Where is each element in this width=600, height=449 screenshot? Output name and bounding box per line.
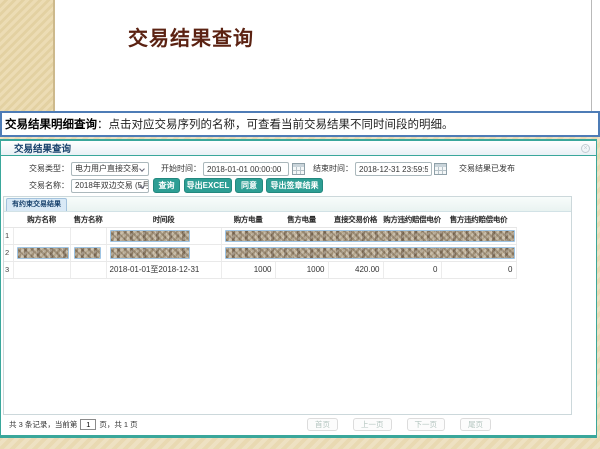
results-table: 购方名称 售方名称 时间段 购方电量 售方电量 直接交易价格 购方违约赔偿电价 … bbox=[4, 212, 517, 279]
table-row: 2 bbox=[4, 244, 516, 261]
result-status-text: 交易结果已发布 bbox=[459, 162, 515, 176]
cell-buyer-name bbox=[13, 227, 70, 244]
next-page-button[interactable]: 下一页 bbox=[407, 418, 446, 431]
col-buy-qty: 购方电量 bbox=[221, 212, 275, 227]
page-title: 交易结果查询 bbox=[128, 22, 254, 51]
top-content-area bbox=[55, 0, 600, 112]
notice-text: ：点击对应交易序列的名称，可查看当前交易结果不同时间段的明细。 bbox=[97, 116, 454, 132]
cell-values bbox=[221, 227, 516, 244]
end-time-input[interactable] bbox=[355, 162, 432, 176]
redacted-cell bbox=[225, 247, 515, 259]
cell-buyer-name bbox=[13, 261, 70, 278]
trade-name-label: 交易名称： bbox=[11, 179, 69, 193]
pagination-buttons: 首页 上一页 下一页 尾页 bbox=[307, 418, 491, 431]
row-number: 2 bbox=[4, 244, 13, 261]
col-sell-qty: 售方电量 bbox=[275, 212, 328, 227]
cell-buyer-name[interactable] bbox=[13, 244, 70, 261]
cell-sell-penalty: 0 bbox=[441, 261, 516, 278]
col-buy-penalty: 购方违约赔偿电价 bbox=[383, 212, 441, 227]
last-page-button[interactable]: 尾页 bbox=[460, 418, 491, 431]
redacted-cell bbox=[225, 230, 515, 242]
col-period: 时间段 bbox=[106, 212, 221, 227]
col-sell-penalty: 售方违约赔偿电价 bbox=[441, 212, 516, 227]
row-number: 1 bbox=[4, 227, 13, 244]
tab-constrained-results[interactable]: 有约束交易结果 bbox=[6, 198, 67, 211]
left-margin-strip bbox=[0, 0, 55, 112]
trade-type-select[interactable]: 电力用户直接交易 bbox=[71, 162, 149, 176]
cell-values bbox=[221, 244, 516, 261]
row-number: 3 bbox=[4, 261, 13, 278]
panel-header: 交易结果查询 × bbox=[1, 141, 596, 156]
col-price: 直接交易价格 bbox=[328, 212, 383, 227]
col-buyer-name: 购方名称 bbox=[13, 212, 70, 227]
redacted-cell bbox=[110, 247, 190, 259]
summary-suffix: 页，共 1 页 bbox=[99, 419, 137, 430]
notice-banner: 交易结果明细查询：点击对应交易序列的名称，可查看当前交易结果不同时间段的明细。 bbox=[0, 111, 600, 137]
trade-name-select[interactable]: 2018年双边交易 (5月培训 bbox=[71, 179, 149, 193]
export-excel-button[interactable]: 导出EXCEL bbox=[184, 178, 232, 193]
page-number-input[interactable] bbox=[80, 419, 96, 430]
summary-prefix: 共 3 条记录，当前第 bbox=[9, 419, 77, 430]
screen: 交易结果查询 交易结果明细查询：点击对应交易序列的名称，可查看当前交易结果不同时… bbox=[0, 0, 600, 449]
results-tab-strip: 有约束交易结果 bbox=[4, 197, 571, 212]
cell-price: 420.00 bbox=[328, 261, 383, 278]
end-time-label: 结束时间： bbox=[295, 162, 353, 176]
collapse-icon[interactable]: × bbox=[581, 144, 590, 153]
first-page-button[interactable]: 首页 bbox=[307, 418, 338, 431]
table-row: 1 bbox=[4, 227, 516, 244]
col-seller-name: 售方名称 bbox=[70, 212, 106, 227]
cell-period[interactable] bbox=[106, 227, 221, 244]
cell-sell-qty: 1000 bbox=[275, 261, 328, 278]
redacted-cell bbox=[110, 230, 190, 242]
query-panel: 交易结果查询 × 交易类型： 电力用户直接交易 开始时间： 结束时间： 交易结果… bbox=[0, 139, 597, 438]
export-signed-button[interactable]: 导出签章结果 bbox=[266, 178, 323, 193]
cell-seller-name bbox=[70, 261, 106, 278]
trade-type-value: 电力用户直接交易 bbox=[75, 164, 139, 173]
notice-label: 交易结果明细查询 bbox=[5, 116, 97, 132]
cell-buy-penalty: 0 bbox=[383, 261, 441, 278]
pagination-footer: 共 3 条记录，当前第 页，共 1 页 首页 上一页 下一页 尾页 bbox=[1, 415, 596, 435]
prev-page-button[interactable]: 上一页 bbox=[353, 418, 392, 431]
start-time-label: 开始时间： bbox=[143, 162, 201, 176]
cell-seller-name[interactable] bbox=[70, 244, 106, 261]
redacted-cell bbox=[17, 247, 69, 259]
table-header-row: 购方名称 售方名称 时间段 购方电量 售方电量 直接交易价格 购方违约赔偿电价 … bbox=[4, 212, 516, 227]
right-divider-line bbox=[591, 0, 592, 112]
agree-button[interactable]: 同意 bbox=[235, 178, 263, 193]
query-form: 交易类型： 电力用户直接交易 开始时间： 结束时间： 交易结果已发布 交易名称：… bbox=[1, 157, 596, 197]
cell-buy-qty: 1000 bbox=[221, 261, 275, 278]
record-summary: 共 3 条记录，当前第 页，共 1 页 bbox=[9, 419, 138, 430]
start-time-input[interactable] bbox=[203, 162, 289, 176]
panel-title: 交易结果查询 bbox=[14, 141, 71, 155]
trade-type-label: 交易类型： bbox=[11, 162, 69, 176]
cell-period[interactable]: 2018-01-01至2018-12-31 bbox=[106, 261, 221, 278]
query-button[interactable]: 查询 bbox=[153, 178, 180, 193]
results-table-container: 有约束交易结果 购方名称 售方名称 时间段 购方电量 售方电量 直接交易价格 购… bbox=[3, 196, 572, 415]
redacted-cell bbox=[74, 247, 101, 259]
table-row: 3 2018-01-01至2018-12-31 1000 1000 420.00… bbox=[4, 261, 516, 278]
cell-seller-name bbox=[70, 227, 106, 244]
row-number-header bbox=[4, 212, 13, 227]
calendar-icon[interactable] bbox=[434, 163, 447, 175]
cell-period[interactable] bbox=[106, 244, 221, 261]
